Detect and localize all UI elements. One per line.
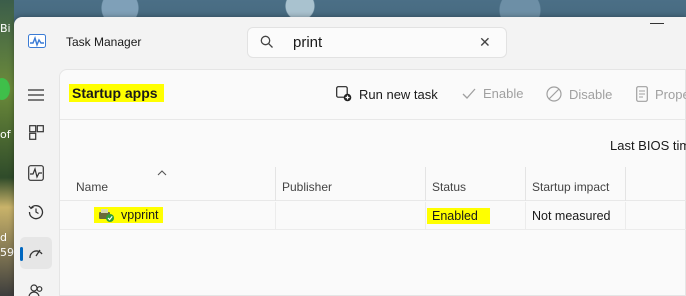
startup-apps-icon (29, 249, 43, 259)
column-header-publisher[interactable]: Publisher (282, 180, 332, 194)
users-icon (28, 284, 43, 296)
app-name: vpprint (121, 208, 159, 222)
startup-apps-page: Startup apps Run new task Enable Disable… (59, 69, 686, 296)
hamburger-menu-button[interactable] (20, 79, 52, 111)
startup-impact-cell: Not measured (532, 209, 611, 223)
title-bar: Task Manager print ✕ (14, 17, 686, 69)
desktop-fragment: Bi (0, 22, 11, 35)
column-divider (425, 202, 426, 230)
performance-icon (28, 165, 44, 181)
disable-button[interactable]: Disable (546, 86, 612, 102)
hamburger-menu-icon (28, 89, 44, 101)
properties-icon (636, 86, 648, 102)
navigation-rail (14, 69, 58, 296)
page-title: Startup apps (69, 84, 164, 102)
disable-label: Disable (569, 86, 613, 102)
desktop-fragment: of (0, 128, 11, 141)
search-box[interactable]: print ✕ (247, 27, 507, 58)
run-new-task-label: Run new task (359, 86, 438, 102)
sort-ascending-icon (157, 170, 167, 176)
column-header-status[interactable]: Status (432, 180, 466, 194)
column-divider[interactable] (275, 167, 276, 201)
table-row[interactable]: vpprint Enabled Not measured (60, 202, 686, 230)
column-divider[interactable] (425, 167, 426, 201)
nav-processes[interactable] (20, 116, 52, 148)
desktop-fragment: d (0, 231, 7, 244)
nav-users[interactable] (20, 275, 52, 296)
checkmark-icon (462, 88, 476, 99)
column-header-name[interactable]: Name (76, 180, 108, 194)
properties-button[interactable]: Prope (636, 86, 686, 102)
column-divider (625, 202, 626, 230)
column-divider[interactable] (525, 167, 526, 201)
vpprint-app-icon (99, 209, 114, 222)
enable-label: Enable (483, 86, 524, 101)
run-new-task-button[interactable]: Run new task (336, 86, 438, 102)
column-divider (525, 202, 526, 230)
processes-icon (28, 124, 44, 140)
status-cell: Enabled (427, 208, 490, 224)
column-header-startup-impact[interactable]: Startup impact (532, 180, 609, 194)
app-name-cell: vpprint (94, 207, 163, 223)
minimize-button[interactable] (650, 23, 664, 24)
window-title: Task Manager (66, 35, 142, 49)
disable-icon (546, 86, 562, 102)
app-history-icon (28, 205, 44, 220)
last-bios-time-label: Last BIOS time (610, 138, 686, 153)
command-bar: Startup apps Run new task Enable Disable… (60, 70, 686, 120)
task-manager-window: Task Manager print ✕ Startup apps Run ne… (14, 17, 686, 296)
enable-button[interactable]: Enable (462, 86, 523, 101)
desktop-fragment: 59 (0, 246, 14, 259)
properties-label: Prope (655, 86, 686, 102)
search-input[interactable]: print (293, 34, 322, 51)
nav-startup-apps[interactable] (20, 237, 52, 269)
table-header: Name Publisher Status Startup impact (60, 167, 686, 201)
nav-performance[interactable] (20, 157, 52, 189)
run-new-task-icon (336, 86, 352, 102)
search-icon (260, 35, 273, 48)
column-divider (275, 202, 276, 230)
task-manager-icon (28, 34, 46, 48)
column-divider[interactable] (625, 167, 626, 201)
clear-search-icon[interactable]: ✕ (479, 34, 491, 51)
nav-app-history[interactable] (20, 196, 52, 228)
